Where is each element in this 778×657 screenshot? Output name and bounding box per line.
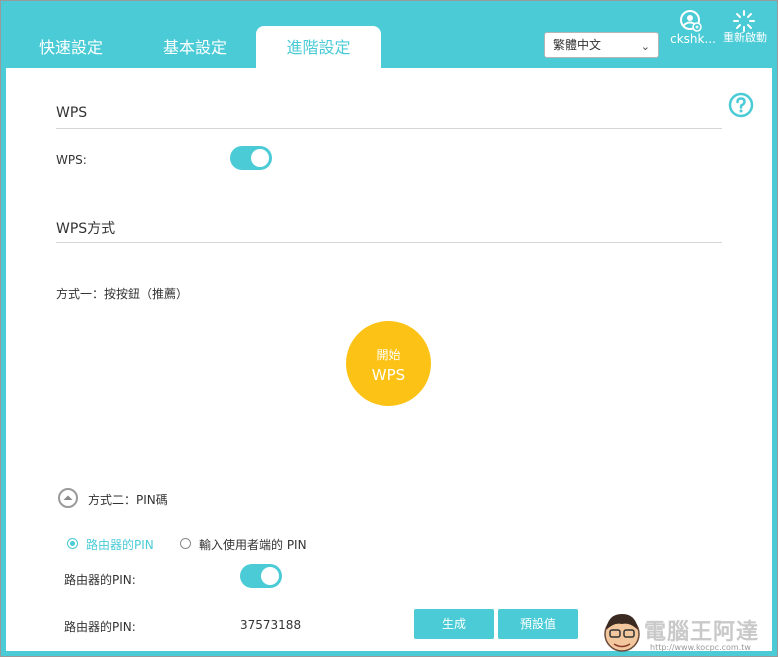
- reboot-icon[interactable]: [732, 9, 756, 33]
- radio-router-pin[interactable]: [67, 538, 78, 549]
- divider: [56, 242, 722, 243]
- wps-toggle[interactable]: [230, 146, 272, 170]
- method2-label: 方式二：PIN碼: [88, 493, 168, 507]
- start-wps-line1: 開始: [376, 348, 401, 362]
- wps-toggle-label: WPS:: [56, 153, 87, 167]
- router-pin-toggle[interactable]: [240, 564, 282, 588]
- language-select-value: 繁體中文: [553, 38, 602, 52]
- watermark-url: http://www.kocpc.com.tw: [650, 643, 751, 652]
- router-pin-value: 37573188: [240, 618, 302, 632]
- generate-button[interactable]: 生成: [414, 609, 494, 639]
- tab-advanced[interactable]: 進階設定: [256, 26, 381, 68]
- radio-client-pin-label[interactable]: 輸入使用者端的 PIN: [199, 536, 307, 553]
- help-icon[interactable]: [728, 92, 754, 118]
- router-pin-label: 路由器的PIN:: [64, 620, 136, 634]
- chevron-down-icon: ⌄: [640, 40, 650, 53]
- wps-method-title: WPS方式: [56, 221, 116, 237]
- wps-section-title: WPS: [56, 105, 88, 121]
- language-select[interactable]: 繁體中文 ⌄: [544, 32, 659, 58]
- user-icon[interactable]: [679, 9, 703, 33]
- tab-basic[interactable]: 基本設定: [140, 26, 250, 68]
- user-label[interactable]: ckshk...: [668, 32, 718, 46]
- router-pin-toggle-label: 路由器的PIN:: [64, 573, 136, 587]
- chevron-up-icon[interactable]: [58, 488, 78, 508]
- reboot-label[interactable]: 重新啟動: [722, 31, 768, 45]
- start-wps-line2: WPS: [371, 366, 406, 384]
- start-wps-button[interactable]: 開始 WPS: [346, 321, 431, 406]
- divider: [56, 128, 722, 129]
- tab-quick-setup[interactable]: 快速設定: [16, 26, 126, 68]
- radio-router-pin-label[interactable]: 路由器的PIN: [86, 536, 154, 553]
- radio-client-pin[interactable]: [180, 538, 191, 549]
- default-button[interactable]: 預設值: [498, 609, 578, 639]
- watermark-text: 電腦王阿達: [644, 620, 760, 645]
- method1-label: 方式一：按按鈕（推薦）: [56, 287, 189, 301]
